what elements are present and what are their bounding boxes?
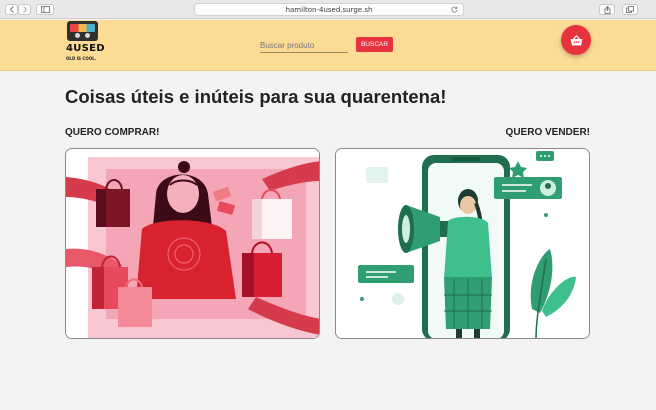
basket-icon xyxy=(570,34,582,45)
logo-name: 4USED xyxy=(66,43,105,54)
forward-button[interactable] xyxy=(18,4,31,15)
logo-tagline: OLD IS COOL. xyxy=(66,56,97,61)
sidebar-icon xyxy=(40,6,50,13)
buy-card[interactable] xyxy=(65,148,320,339)
url-text: hamilton-4used.surge.sh xyxy=(285,6,373,14)
sell-card[interactable] xyxy=(335,148,590,339)
search-button[interactable]: BUSCAR xyxy=(356,37,393,52)
sidebar-toggle-button[interactable] xyxy=(36,4,54,15)
logo[interactable]: 4USED OLD IS COOL. xyxy=(66,20,106,66)
tabs-icon xyxy=(626,6,634,13)
share-button[interactable] xyxy=(599,4,615,15)
browser-toolbar: hamilton-4used.surge.sh xyxy=(0,0,656,19)
chevron-right-icon xyxy=(22,6,27,13)
phone-megaphone-illustration xyxy=(336,149,589,338)
cart-button[interactable] xyxy=(561,25,591,55)
chevron-left-icon xyxy=(9,6,14,13)
share-icon xyxy=(604,5,610,14)
search-input[interactable] xyxy=(260,38,348,53)
back-button[interactable] xyxy=(5,4,18,15)
shopping-bags-illustration xyxy=(66,149,319,338)
address-bar[interactable]: hamilton-4used.surge.sh xyxy=(194,3,464,16)
sell-section-label: QUERO VENDER! xyxy=(505,127,590,138)
buy-section-label: QUERO COMPRAR! xyxy=(65,127,160,138)
reload-icon[interactable] xyxy=(451,6,458,13)
tabs-button[interactable] xyxy=(622,4,638,15)
cassette-icon xyxy=(67,21,98,41)
page-title: Coisas úteis e inúteis para sua quarente… xyxy=(65,86,447,107)
